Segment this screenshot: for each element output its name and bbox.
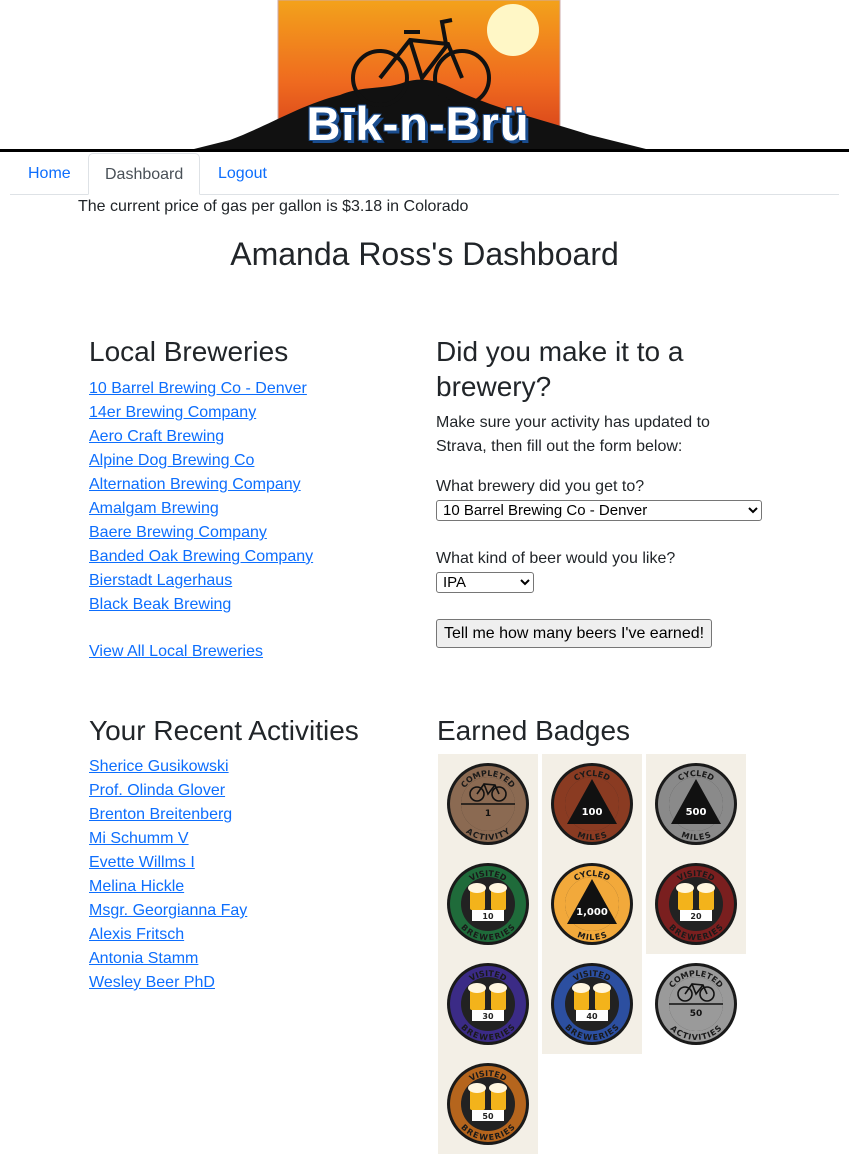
brewery-link[interactable]: Baere Brewing Company bbox=[89, 524, 267, 541]
brewery-select[interactable]: 10 Barrel Brewing Co - Denver bbox=[436, 500, 762, 521]
brewery-list: 10 Barrel Brewing Co - Denver 14er Brewi… bbox=[89, 377, 313, 617]
brewery-link[interactable]: Bierstadt Lagerhaus bbox=[89, 572, 232, 589]
activity-link[interactable]: Alexis Fritsch bbox=[89, 926, 184, 943]
badge-visited-10-breweries: VISITEDBREWERIES10 bbox=[447, 863, 529, 945]
svg-text:100: 100 bbox=[582, 807, 603, 818]
brewery-link[interactable]: Amalgam Brewing bbox=[89, 500, 219, 517]
badge-cycled-100-miles: CYCLEDMILES100 bbox=[551, 763, 633, 845]
list-item: Antonia Stamm bbox=[89, 947, 247, 971]
beer-type-select[interactable]: IPA bbox=[436, 572, 534, 593]
brewery-link[interactable]: 10 Barrel Brewing Co - Denver bbox=[89, 380, 307, 397]
svg-text:500: 500 bbox=[686, 807, 707, 818]
activity-link[interactable]: Wesley Beer PhD bbox=[89, 974, 215, 991]
brewery-link[interactable]: Alpine Dog Brewing Co bbox=[89, 452, 254, 469]
recent-activities-heading: Your Recent Activities bbox=[89, 715, 359, 746]
list-item: Banded Oak Brewing Company bbox=[89, 545, 313, 569]
activity-link[interactable]: Prof. Olinda Glover bbox=[89, 782, 225, 799]
activity-link[interactable]: Melina Hickle bbox=[89, 878, 184, 895]
earned-badges-heading: Earned Badges bbox=[437, 715, 631, 746]
beer-question-label: What kind of beer would you like? bbox=[436, 550, 676, 567]
svg-text:20: 20 bbox=[690, 912, 702, 921]
badge-completed-50-activities: COMPLETEDACTIVITIES50 bbox=[655, 963, 737, 1045]
brewery-link[interactable]: 14er Brewing Company bbox=[89, 404, 256, 421]
badge-column-3: CYCLED MILES 500 VISITED BREWERIES 20 bbox=[646, 754, 746, 954]
brewery-link[interactable]: Aero Craft Brewing bbox=[89, 428, 224, 445]
tab-logout[interactable]: Logout bbox=[202, 153, 283, 194]
activity-link[interactable]: Evette Willms I bbox=[89, 854, 195, 871]
list-item: Wesley Beer PhD bbox=[89, 971, 247, 995]
list-item: 10 Barrel Brewing Co - Denver bbox=[89, 377, 313, 401]
page-title: Amanda Ross's Dashboard bbox=[230, 236, 619, 272]
badge-cycled-500-miles: CYCLEDMILES500 bbox=[655, 763, 737, 845]
list-item: Baere Brewing Company bbox=[89, 521, 313, 545]
list-item: Mi Schumm V bbox=[89, 827, 247, 851]
view-all-breweries-link[interactable]: View All Local Breweries bbox=[89, 640, 263, 664]
header-divider bbox=[0, 149, 849, 152]
activity-list: Sherice Gusikowski Prof. Olinda Glover B… bbox=[89, 755, 247, 995]
brewery-link[interactable]: Alternation Brewing Company bbox=[89, 476, 301, 493]
list-item: Alternation Brewing Company bbox=[89, 473, 313, 497]
form-intro-line1: Make sure your activity has updated to bbox=[436, 414, 710, 431]
brewery-link[interactable]: Banded Oak Brewing Company bbox=[89, 548, 313, 565]
svg-text:50: 50 bbox=[482, 1112, 494, 1121]
tab-dashboard[interactable]: Dashboard bbox=[88, 153, 201, 195]
gas-price-notice: The current price of gas per gallon is $… bbox=[78, 198, 469, 215]
badge-visited-50-breweries: VISITEDBREWERIES50 bbox=[447, 1063, 529, 1145]
badge-cycled-1000-miles: CYCLEDMILES1,000 bbox=[551, 863, 633, 945]
list-item: Black Beak Brewing bbox=[89, 593, 313, 617]
badge-visited-30-breweries: VISITEDBREWERIES30 bbox=[447, 963, 529, 1045]
badge-column-2: CYCLED MILES 100 CYCLED MILES 1,000 VISITED B… bbox=[542, 754, 642, 1054]
badge-completed-1-activity: COMPLETEDACTIVITY1 bbox=[447, 763, 529, 845]
list-item: Alpine Dog Brewing Co bbox=[89, 449, 313, 473]
logo-text: Bīk-n-Brü bbox=[306, 97, 530, 150]
activity-link[interactable]: Brenton Breitenberg bbox=[89, 806, 232, 823]
list-item: 14er Brewing Company bbox=[89, 401, 313, 425]
svg-text:10: 10 bbox=[482, 912, 494, 921]
list-item: Msgr. Georgianna Fay bbox=[89, 899, 247, 923]
badge-visited-20-breweries: VISITEDBREWERIES20 bbox=[655, 863, 737, 945]
list-item: Amalgam Brewing bbox=[89, 497, 313, 521]
activity-link[interactable]: Sherice Gusikowski bbox=[89, 758, 229, 775]
site-header: Bīk-n-Brü bbox=[0, 0, 849, 152]
list-item: Evette Willms I bbox=[89, 851, 247, 875]
tab-home[interactable]: Home bbox=[12, 153, 87, 194]
badge-visited-40-breweries: VISITEDBREWERIES40 bbox=[551, 963, 633, 1045]
form-intro-line2: Strava, then fill out the form below: bbox=[436, 438, 683, 455]
brewery-form-heading: Did you make it to a brewery? bbox=[436, 336, 684, 402]
list-item: Melina Hickle bbox=[89, 875, 247, 899]
badge-column-1: COMPLETED ACTIVITY 1 VISITED BREWERIES 10 VI… bbox=[438, 754, 538, 1154]
activity-link[interactable]: Antonia Stamm bbox=[89, 950, 198, 967]
list-item: Aero Craft Brewing bbox=[89, 425, 313, 449]
activity-link[interactable]: Msgr. Georgianna Fay bbox=[89, 902, 247, 919]
local-breweries-heading: Local Breweries bbox=[89, 336, 289, 367]
nav-tabs: Home Dashboard Logout bbox=[10, 153, 839, 195]
activity-link[interactable]: Mi Schumm V bbox=[89, 830, 189, 847]
submit-beers-button[interactable]: Tell me how many beers I've earned! bbox=[436, 619, 713, 648]
brewery-question-label: What brewery did you get to? bbox=[436, 478, 645, 495]
list-item: Prof. Olinda Glover bbox=[89, 779, 247, 803]
svg-text:1,000: 1,000 bbox=[576, 907, 608, 918]
svg-text:50: 50 bbox=[690, 1009, 703, 1019]
list-item: Brenton Breitenberg bbox=[89, 803, 247, 827]
brewery-link[interactable]: Black Beak Brewing bbox=[89, 596, 231, 613]
svg-text:1: 1 bbox=[485, 809, 491, 819]
list-item: Sherice Gusikowski bbox=[89, 755, 247, 779]
svg-text:30: 30 bbox=[482, 1012, 494, 1021]
list-item: Bierstadt Lagerhaus bbox=[89, 569, 313, 593]
svg-text:40: 40 bbox=[586, 1012, 598, 1021]
list-item: Alexis Fritsch bbox=[89, 923, 247, 947]
